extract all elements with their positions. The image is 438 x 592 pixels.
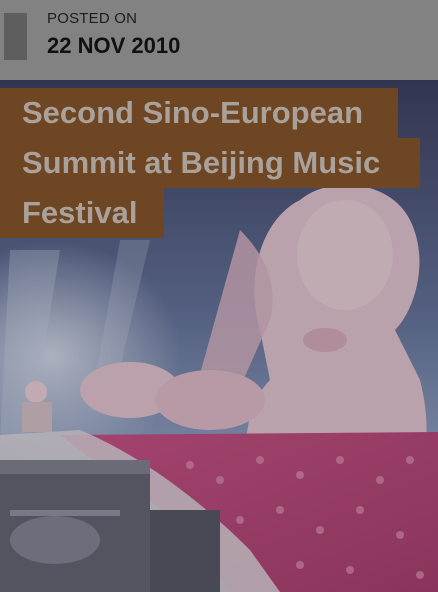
post-card[interactable]: POSTED ON 22 NOV 2010 Second Sino-Europe… bbox=[0, 0, 438, 592]
post-title[interactable]: Second Sino-European Summit at Beijing M… bbox=[0, 88, 438, 238]
post-title-line-1[interactable]: Second Sino-European bbox=[0, 88, 398, 138]
posted-on-label: POSTED ON bbox=[47, 10, 138, 27]
post-title-line-3[interactable]: Festival bbox=[0, 188, 164, 238]
date-accent-bar bbox=[4, 13, 27, 60]
post-date: 22 NOV 2010 bbox=[47, 33, 181, 58]
post-title-line-2[interactable]: Summit at Beijing Music bbox=[0, 138, 420, 188]
post-meta: POSTED ON 22 NOV 2010 bbox=[0, 0, 438, 80]
